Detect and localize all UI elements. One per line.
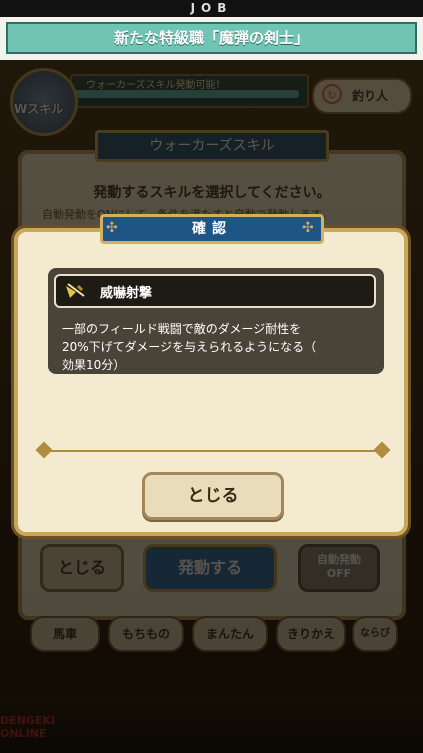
skill-description-line3: 効果10分） [62, 358, 126, 372]
skill-description: 一部のフィールド戦闘で敵のダメージ耐性を 20%下げてダメージを与えられるように… [62, 320, 372, 374]
divider [44, 450, 380, 452]
divider-right-ornament [373, 441, 391, 459]
title-ornament-left-icon: ✣ [106, 220, 118, 236]
skill-name: 威嚇射撃 [100, 286, 153, 301]
job-banner: JOB [0, 0, 423, 17]
skill-description-line1: 一部のフィールド戦闘で敵のダメージ耐性を [62, 322, 302, 336]
game-screen: ウォーカーズスキル発動可能！ Wスキル ↻ 釣り人 発動するスキルを選択してくだ… [0, 60, 423, 753]
dialog-title: 確認 [100, 214, 324, 244]
skill-info-box: 威嚇射撃 一部のフィールド戦闘で敵のダメージ耐性を 20%下げてダメージを与えら… [48, 268, 384, 374]
page-title: 新たな特級職「魔弾の剣士」 [6, 22, 417, 54]
crossbow-icon [66, 283, 85, 298]
close-button[interactable]: とじる [142, 472, 284, 520]
skill-description-line2: 20%下げてダメージを与えられるようになる（ [62, 340, 317, 354]
confirm-dialog: 威嚇射撃 一部のフィールド戦闘で敵のダメージ耐性を 20%下げてダメージを与えら… [14, 228, 408, 536]
title-ornament-right-icon: ✣ [302, 220, 314, 236]
skill-header: 威嚇射撃 [54, 274, 376, 308]
